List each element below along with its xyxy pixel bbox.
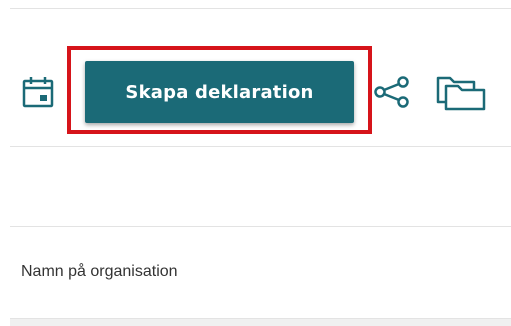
folders-icon[interactable] xyxy=(434,74,488,112)
page: Skapa deklaration Namn på organisation xyxy=(0,0,511,326)
table-row-band xyxy=(10,318,511,326)
create-declaration-button[interactable]: Skapa deklaration xyxy=(85,61,354,123)
section-divider xyxy=(10,146,511,147)
share-icon[interactable] xyxy=(372,76,412,108)
form-divider xyxy=(10,226,511,227)
organisation-name-label: Namn på organisation xyxy=(21,263,178,280)
toolbar: Skapa deklaration xyxy=(0,44,511,144)
calendar-icon[interactable] xyxy=(20,74,56,110)
top-divider xyxy=(10,8,511,9)
